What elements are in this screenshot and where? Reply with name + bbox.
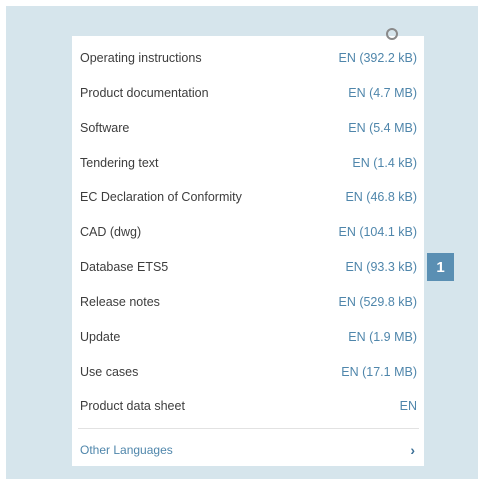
download-label: Operating instructions [80, 51, 202, 65]
download-link[interactable]: EN (46.8 kB) [345, 190, 417, 204]
download-row-tendering-text[interactable]: Tendering text EN (1.4 kB) [80, 153, 417, 173]
download-link[interactable]: EN (93.3 kB) [345, 260, 417, 274]
download-link[interactable]: EN (1.4 kB) [352, 156, 417, 170]
callout-frame: Operating instructions EN (392.2 kB) Pro… [6, 6, 478, 479]
download-label: Tendering text [80, 156, 159, 170]
download-row-database-ets5[interactable]: Database ETS5 EN (93.3 kB) [80, 257, 417, 277]
download-link[interactable]: EN (5.4 MB) [348, 121, 417, 135]
download-link[interactable]: EN (529.8 kB) [338, 295, 417, 309]
download-link[interactable]: EN (17.1 MB) [341, 365, 417, 379]
download-link[interactable]: EN [400, 399, 417, 413]
download-label: Update [80, 330, 121, 344]
download-row-product-data-sheet[interactable]: Product data sheet EN [80, 396, 417, 416]
download-label: Product data sheet [80, 399, 185, 413]
download-row-ec-declaration[interactable]: EC Declaration of Conformity EN (46.8 kB… [80, 187, 417, 207]
chevron-right-icon[interactable]: › [410, 442, 415, 458]
download-label: Use cases [80, 365, 139, 379]
download-link[interactable]: EN (4.7 MB) [348, 86, 417, 100]
download-label: Software [80, 121, 130, 135]
download-label: CAD (dwg) [80, 225, 142, 239]
download-link[interactable]: EN (1.9 MB) [348, 330, 417, 344]
download-label: Product documentation [80, 86, 209, 100]
download-row-product-documentation[interactable]: Product documentation EN (4.7 MB) [80, 83, 417, 103]
download-label: Database ETS5 [80, 260, 169, 274]
other-languages-link[interactable]: Other Languages › [80, 440, 417, 460]
download-row-software[interactable]: Software EN (5.4 MB) [80, 118, 417, 138]
download-row-operating-instructions[interactable]: Operating instructions EN (392.2 kB) [80, 48, 417, 68]
download-link[interactable]: EN (392.2 kB) [338, 51, 417, 65]
download-label: EC Declaration of Conformity [80, 190, 242, 204]
download-row-use-cases[interactable]: Use cases EN (17.1 MB) [80, 362, 417, 382]
download-label: Release notes [80, 295, 160, 309]
download-row-cad-dwg[interactable]: CAD (dwg) EN (104.1 kB) [80, 222, 417, 242]
scroll-indicator-icon[interactable] [386, 28, 398, 40]
download-link[interactable]: EN (104.1 kB) [338, 225, 417, 239]
other-languages-label: Other Languages [80, 443, 173, 457]
divider [78, 428, 419, 429]
downloads-panel: Operating instructions EN (392.2 kB) Pro… [72, 28, 424, 466]
download-row-update[interactable]: Update EN (1.9 MB) [80, 327, 417, 347]
callout-number-badge: 1 [427, 253, 454, 281]
download-row-release-notes[interactable]: Release notes EN (529.8 kB) [80, 292, 417, 312]
